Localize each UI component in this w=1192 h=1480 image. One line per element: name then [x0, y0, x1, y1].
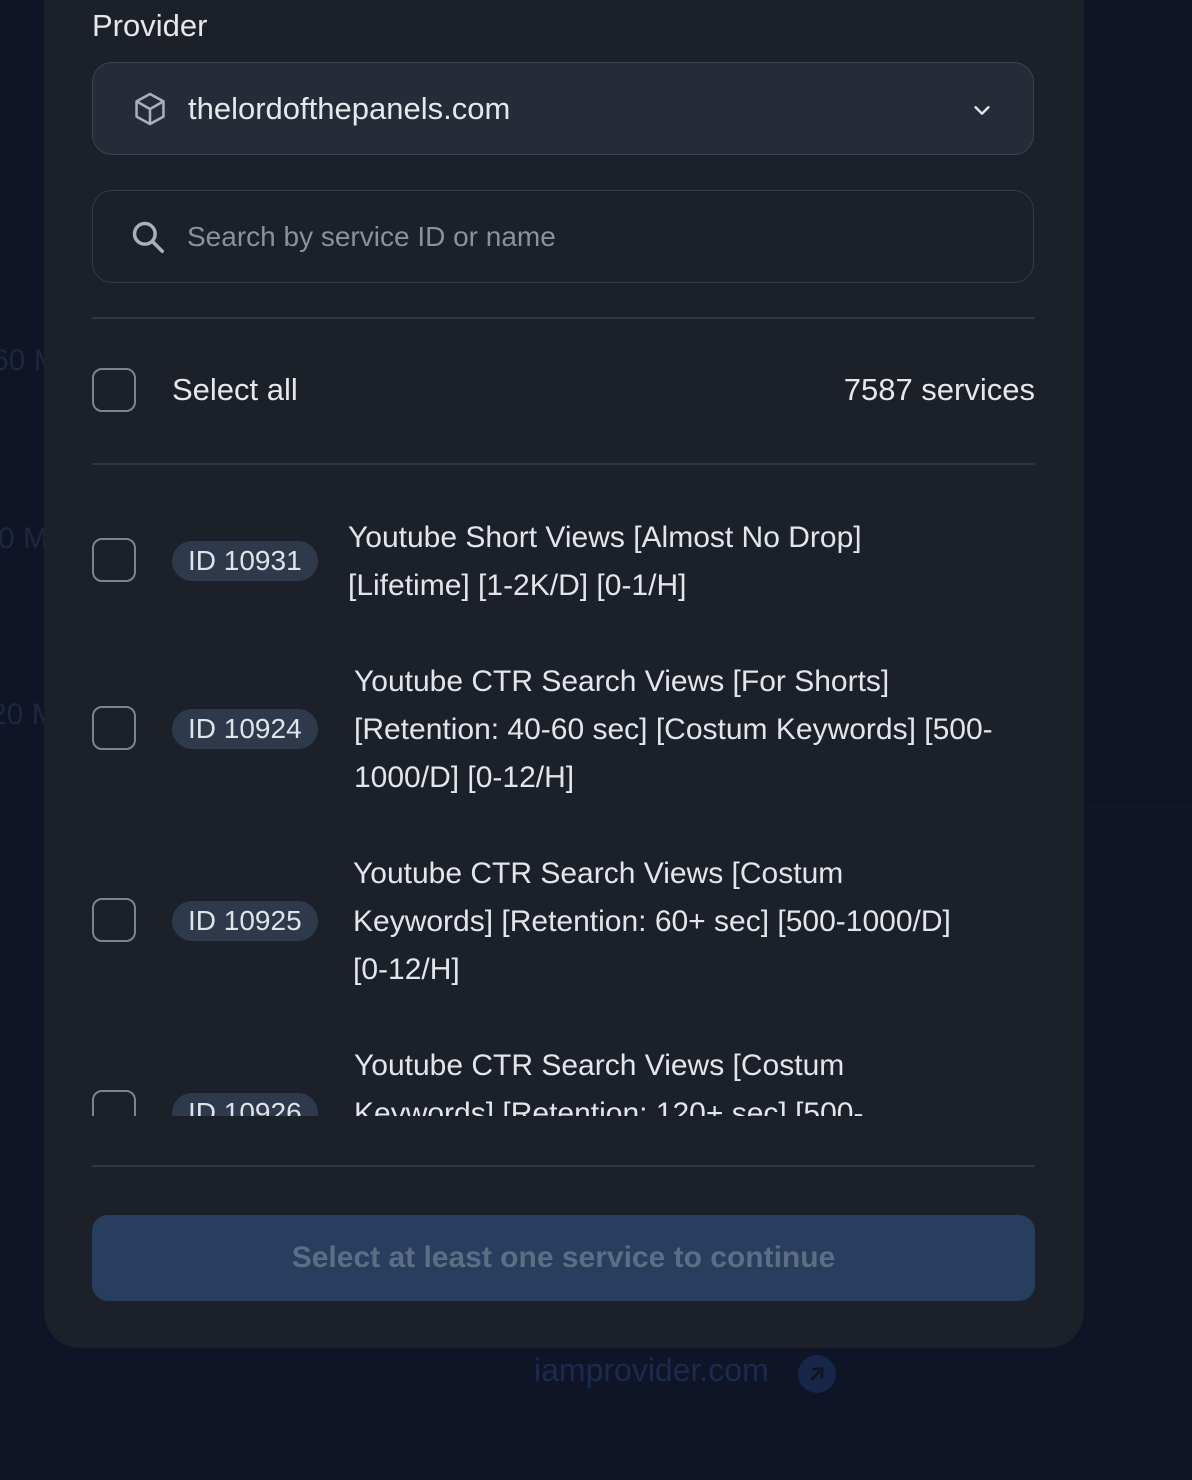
continue-button[interactable]: Select at least one service to continue	[92, 1215, 1035, 1301]
provider-value: thelordofthepanels.com	[188, 90, 511, 126]
search-icon	[132, 221, 164, 253]
service-name: Youtube CTR Search Views [For Shorts] [R…	[354, 665, 993, 794]
search-field[interactable]	[92, 190, 1034, 283]
service-id-badge: ID 10931	[172, 541, 318, 581]
divider	[92, 317, 1035, 319]
service-id-badge: ID 10925	[172, 901, 318, 941]
footer-provider-link[interactable]: iamprovider.com	[534, 1352, 769, 1389]
search-input[interactable]	[185, 211, 989, 263]
service-id-badge: ID 10926	[172, 1093, 318, 1116]
service-list[interactable]: ID 10931 Youtube Short Views [Almost No …	[44, 466, 1084, 1116]
service-name: Youtube CTR Search Views [Costum Keyword…	[354, 1049, 864, 1116]
external-link-icon[interactable]	[798, 1355, 836, 1393]
service-name: Youtube Short Views [Almost No Drop] [Li…	[348, 521, 862, 602]
select-all-label: Select all	[172, 372, 298, 407]
provider-select[interactable]: thelordofthepanels.com	[92, 62, 1034, 155]
background-divider	[1084, 806, 1192, 807]
provider-label: Provider	[92, 8, 208, 43]
service-checkbox[interactable]	[92, 898, 136, 942]
service-checkbox[interactable]	[92, 706, 136, 750]
divider	[92, 463, 1035, 465]
background-stat: 0 M	[0, 522, 49, 555]
service-id-badge: ID 10924	[172, 709, 318, 749]
select-all-checkbox[interactable]	[92, 368, 136, 412]
service-checkbox[interactable]	[92, 1090, 136, 1116]
chevron-down-icon	[974, 106, 990, 115]
cube-icon	[135, 92, 165, 126]
divider	[92, 1165, 1035, 1167]
services-count: 7587 services	[843, 372, 1035, 407]
service-name: Youtube CTR Search Views [Costum Keyword…	[353, 857, 951, 986]
service-checkbox[interactable]	[92, 538, 136, 582]
